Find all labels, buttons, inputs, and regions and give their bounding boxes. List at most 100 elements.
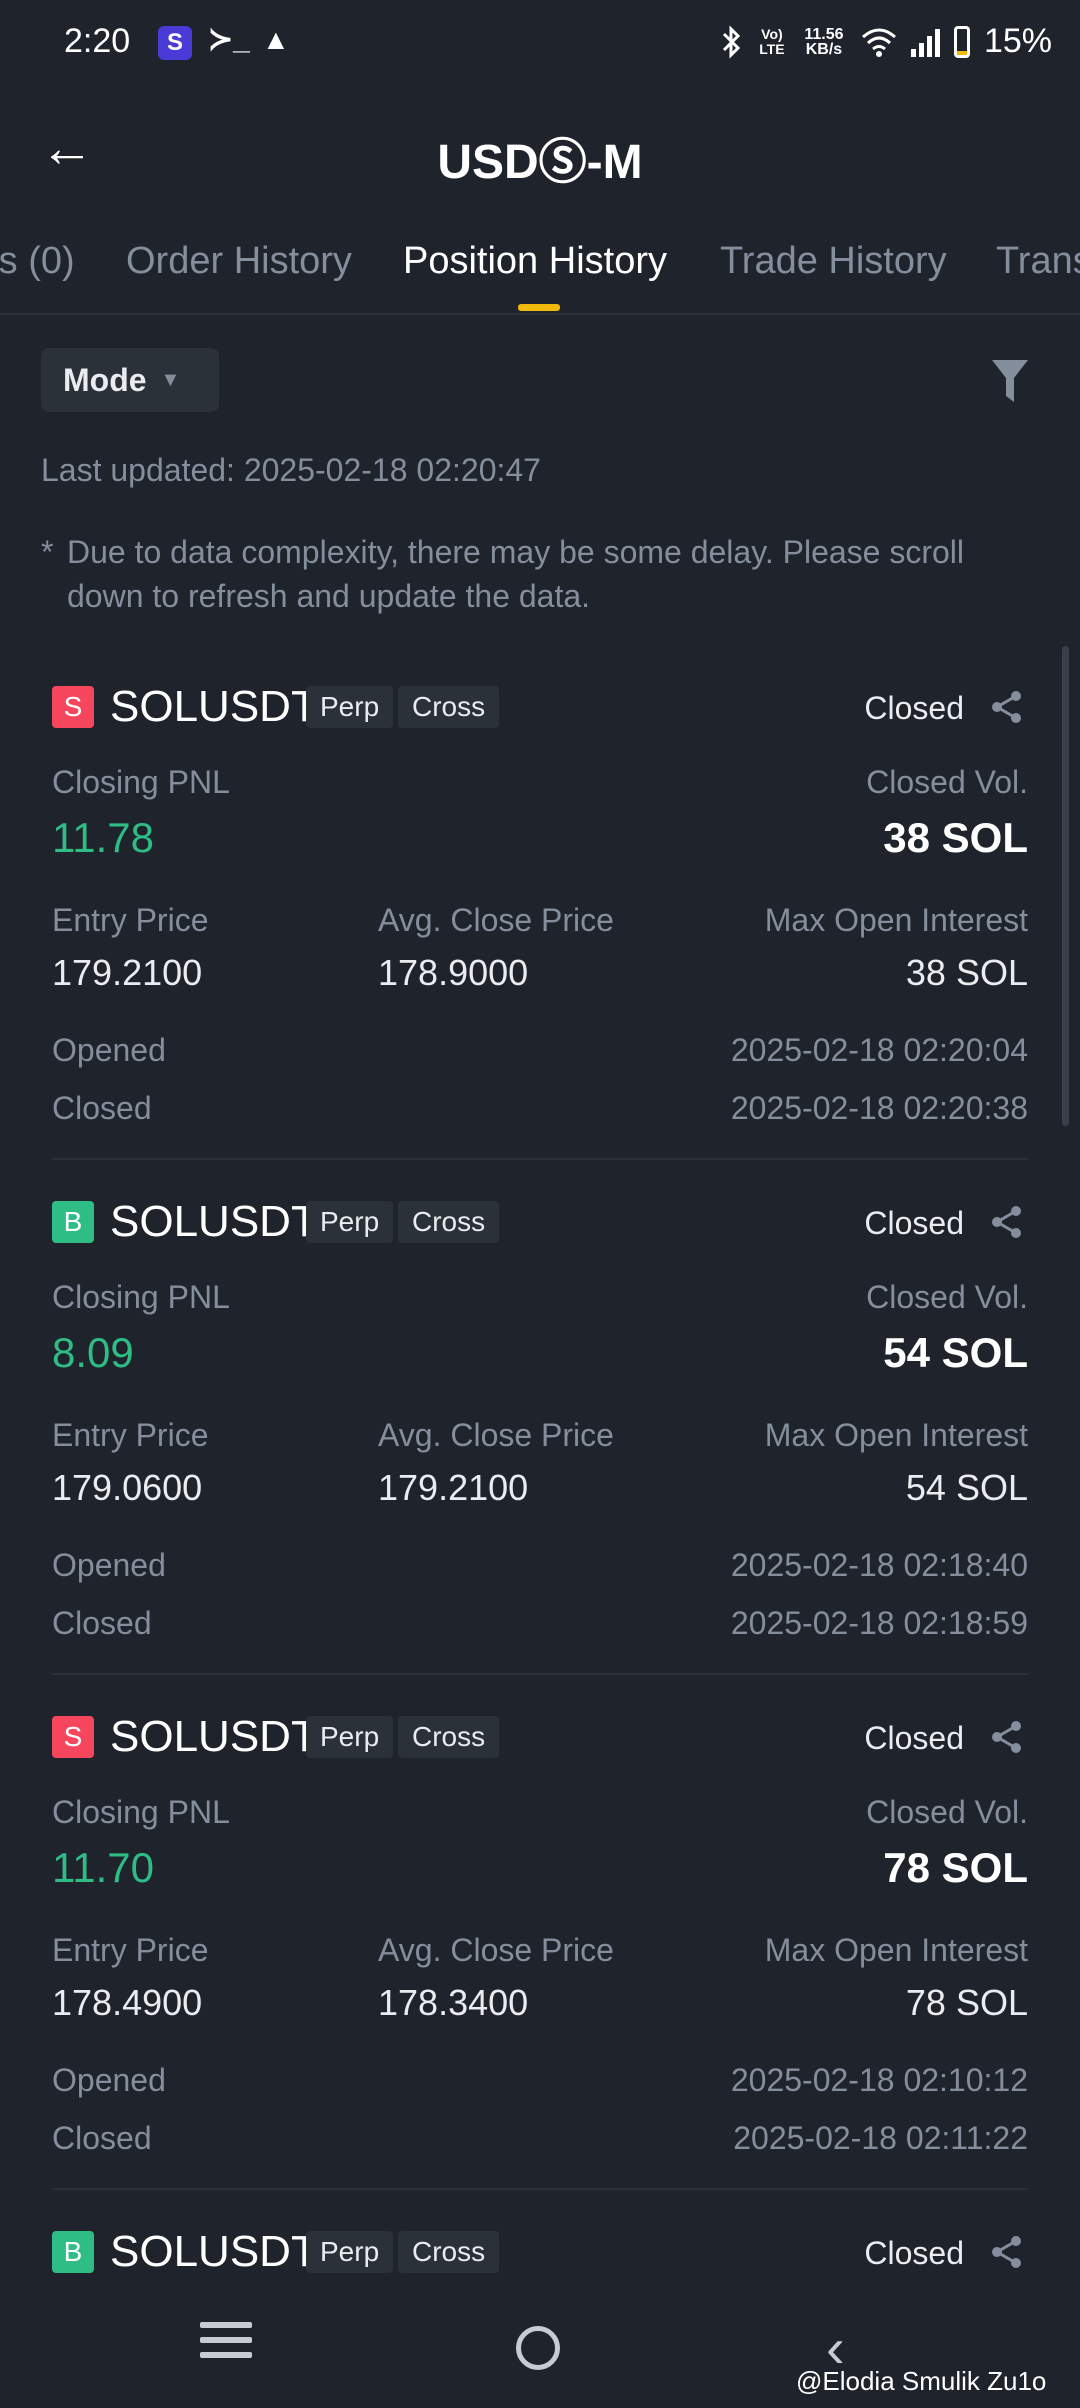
side-badge: S (52, 686, 94, 728)
tag-perp: Perp (306, 686, 394, 728)
app-notification-icon: S (158, 26, 192, 60)
closing-pnl-label: Closing PNL (52, 1794, 230, 1830)
tab-order-history[interactable]: Order History (126, 240, 352, 283)
max-oi-label: Max Open Interest (764, 902, 1028, 938)
max-oi-label: Max Open Interest (764, 1932, 1028, 1968)
tag-cross: Cross (398, 2231, 500, 2273)
signal-icon (910, 27, 940, 57)
closed-vol-value: 78 SOL (883, 1844, 1028, 1891)
mode-label: Mode (63, 361, 147, 398)
filter-icon[interactable] (990, 358, 1030, 404)
home-button[interactable] (516, 2326, 560, 2370)
tabs-divider (0, 313, 1080, 315)
entry-price-value: 178.4900 (52, 1982, 203, 2023)
closed-vol-value: 54 SOL (883, 1329, 1028, 1376)
position-card[interactable]: S SOLUSDT Perp Cross Closed Closing PNL … (52, 646, 1028, 1160)
closed-vol-label: Closed Vol. (866, 1794, 1028, 1830)
page-title: USDⓈ-M (437, 136, 643, 189)
opened-label: Opened (52, 2062, 166, 2098)
warning-icon: ▲ (262, 24, 290, 55)
network-speed: 11.56 KB/s (804, 25, 844, 58)
tab-bar: rs (0) Order History Position History Tr… (0, 232, 1080, 314)
symbol: SOLUSDT (110, 1197, 318, 1246)
position-card[interactable]: B SOLUSDT Perp Cross Closed (52, 2191, 1028, 2291)
entry-price-value: 179.2100 (52, 952, 203, 993)
recent-apps-button[interactable] (200, 2322, 252, 2362)
watermark: @Elodia Smulik Zu1o (796, 2366, 1047, 2396)
volte-icon: Vo) LTE (759, 25, 785, 57)
side-badge: B (52, 2231, 94, 2273)
avg-close-value: 179.2100 (378, 1467, 529, 1508)
tab-transaction-history[interactable]: Trans (996, 240, 1080, 283)
closing-pnl-value: 11.78 (52, 814, 154, 861)
entry-price-label: Entry Price (52, 1932, 209, 1968)
symbol: SOLUSDT (110, 2227, 318, 2276)
status-bar: 2:20 S ≻_ ▲ Vo) LTE 11.56 KB/s 15% (0, 0, 1080, 90)
battery-icon (953, 25, 970, 58)
tag-perp: Perp (306, 1716, 394, 1758)
last-updated: Last updated: 2025-02-18 02:20:47 (41, 452, 541, 488)
card-divider (52, 2188, 1028, 2190)
active-tab-indicator (518, 304, 560, 311)
share-icon[interactable] (990, 690, 1024, 724)
status-right: Vo) LTE 11.56 KB/s 15% (721, 22, 1052, 61)
position-status: Closed (864, 2235, 964, 2271)
closed-vol-label: Closed Vol. (866, 764, 1028, 800)
bluetooth-icon (722, 24, 741, 59)
mode-dropdown[interactable]: Mode ▼ (41, 348, 219, 412)
tab-position-history[interactable]: Position History (403, 240, 667, 283)
avg-close-value: 178.9000 (378, 952, 529, 993)
closed-vol-label: Closed Vol. (866, 1279, 1028, 1315)
closing-pnl-value: 11.70 (52, 1844, 154, 1891)
position-status: Closed (864, 1205, 964, 1241)
position-card[interactable]: S SOLUSDT Perp Cross Closed Closing PNL … (52, 1676, 1028, 2190)
closing-pnl-label: Closing PNL (52, 764, 230, 800)
side-badge: B (52, 1201, 94, 1243)
position-status: Closed (864, 1720, 964, 1756)
position-card[interactable]: B SOLUSDT Perp Cross Closed Closing PNL … (52, 1161, 1028, 1675)
avg-close-label: Avg. Close Price (378, 1417, 614, 1453)
tag-perp: Perp (306, 1201, 394, 1243)
entry-price-label: Entry Price (52, 1417, 209, 1453)
share-icon[interactable] (990, 1205, 1024, 1239)
card-divider (52, 1673, 1028, 1675)
tab-trade-history[interactable]: Trade History (720, 240, 947, 283)
battery-percent: 15% (983, 22, 1052, 60)
terminal-icon: ≻_ (208, 23, 250, 56)
tag-cross: Cross (398, 1716, 500, 1758)
scrollbar[interactable] (1062, 646, 1069, 1126)
avg-close-label: Avg. Close Price (378, 1932, 614, 1968)
share-icon[interactable] (990, 2235, 1024, 2269)
opened-time: 2025-02-18 02:10:12 (730, 2062, 1028, 2098)
closed-label: Closed (52, 1090, 152, 1126)
closed-label: Closed (52, 1605, 152, 1641)
closed-time: 2025-02-18 02:11:22 (733, 2120, 1028, 2156)
side-badge: S (52, 1716, 94, 1758)
closed-time: 2025-02-18 02:20:38 (730, 1090, 1028, 1126)
tag-cross: Cross (398, 686, 500, 728)
closed-vol-value: 38 SOL (883, 814, 1028, 861)
share-icon[interactable] (990, 1720, 1024, 1754)
position-status: Closed (864, 690, 964, 726)
closed-time: 2025-02-18 02:18:59 (730, 1605, 1028, 1641)
max-oi-value: 54 SOL (905, 1467, 1028, 1508)
notice-star: * (41, 534, 54, 570)
status-time: 2:20 (64, 22, 131, 60)
max-oi-value: 38 SOL (905, 952, 1028, 993)
opened-label: Opened (52, 1032, 166, 1068)
closed-label: Closed (52, 2120, 152, 2156)
wifi-icon (861, 28, 896, 57)
max-oi-value: 78 SOL (905, 1982, 1028, 2023)
caret-down-icon: ▼ (160, 368, 181, 391)
opened-label: Opened (52, 1547, 166, 1583)
delay-notice: * Due to data complexity, there may be s… (41, 530, 1021, 618)
closing-pnl-label: Closing PNL (52, 1279, 230, 1315)
symbol: SOLUSDT (110, 1712, 318, 1761)
entry-price-value: 179.0600 (52, 1467, 203, 1508)
tag-perp: Perp (306, 2231, 394, 2273)
notice-text: Due to data complexity, there may be som… (67, 534, 965, 614)
tab-open-orders[interactable]: rs (0) (0, 240, 75, 283)
tag-cross: Cross (398, 1201, 500, 1243)
avg-close-value: 178.3400 (378, 1982, 529, 2023)
avg-close-label: Avg. Close Price (378, 902, 614, 938)
